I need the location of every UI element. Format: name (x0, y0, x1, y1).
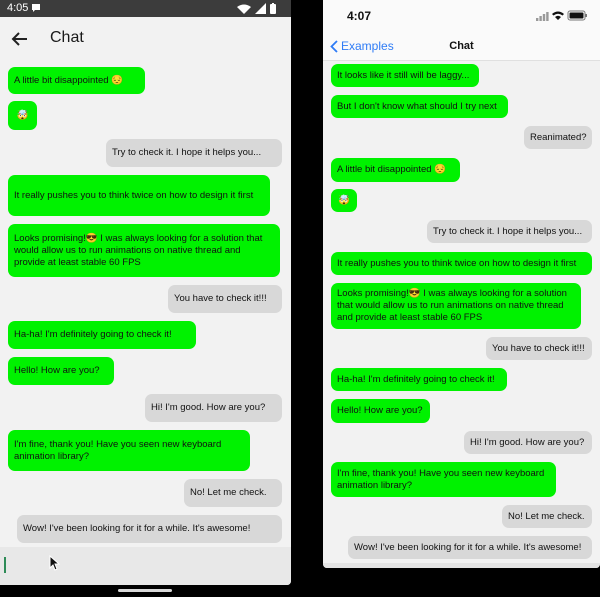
message-bubble: It looks like it still will be laggy... (331, 64, 479, 87)
android-device: 4:05 Chat A little bit disappointed 😔 🤯 … (0, 0, 291, 585)
message-bubble: Looks promising!😎 I was always looking f… (8, 224, 280, 277)
wifi-icon (237, 4, 251, 14)
message-bubble: No! Let me check. (502, 505, 592, 528)
message-bubble: Ha-ha! I'm definitely going to check it! (331, 368, 507, 391)
message-bubble: Wow! I've been looking for it for a whil… (348, 536, 592, 559)
message-bubble: You have to check it!!! (486, 337, 592, 360)
message-input-bar[interactable] (0, 547, 291, 585)
message-bubble: No! Let me check. (184, 479, 282, 507)
message-bubble: It really pushes you to think twice on h… (331, 252, 592, 275)
message-bubble: But I don't know what should I try next (331, 95, 508, 118)
android-gesture-bar (118, 589, 172, 592)
message-bubble: You have to check it!!! (168, 285, 282, 313)
message-bubble: Hello! How are you? (331, 399, 430, 423)
android-status-time: 4:05 (7, 2, 29, 14)
system-status-icons (237, 3, 276, 14)
message-input-bar[interactable] (323, 563, 600, 568)
message-bubble: It really pushes you to think twice on h… (8, 175, 270, 216)
android-status-bar: 4:05 (0, 0, 291, 17)
signal-icon (255, 3, 266, 14)
system-status-icons (536, 10, 587, 21)
signal-icon (536, 18, 539, 21)
back-arrow-icon[interactable] (10, 29, 30, 49)
screenshot-root: 4:05 Chat A little bit disappointed 😔 🤯 … (0, 0, 600, 597)
message-bubble: Ha-ha! I'm definitely going to check it! (8, 321, 196, 349)
page-title: Chat (50, 29, 84, 46)
wifi-icon (552, 11, 564, 20)
message-bubble: Hi! I'm good. How are you? (145, 394, 282, 422)
text-cursor (4, 557, 6, 573)
message-bubble: Wow! I've been looking for it for a whil… (17, 515, 282, 543)
message-bubble: I'm fine, thank you! Have you seen new k… (331, 462, 556, 497)
ios-device: 4:07 Examples Chat It looks like it stil… (323, 0, 600, 568)
message-bubble: Reanimated? (524, 126, 592, 149)
message-bubble: A little bit disappointed 😔 (8, 67, 145, 94)
message-bubble: Try to check it. I hope it helps you... (106, 139, 282, 167)
message-bubble: Try to check it. I hope it helps you... (427, 220, 592, 243)
battery-icon (270, 4, 276, 14)
ios-status-time: 4:07 (347, 9, 372, 23)
message-bubble: 🤯 (8, 101, 37, 130)
message-bubble: A little bit disappointed 😔 (331, 158, 460, 182)
page-title: Chat (449, 40, 474, 52)
chat-notification-icon (32, 4, 40, 12)
ios-status-bar: 4:07 (323, 0, 600, 34)
message-bubble: 🤯 (331, 189, 357, 212)
message-bubble: Hello! How are you? (8, 357, 114, 385)
android-header: Chat (0, 17, 291, 61)
message-bubble: Hi! I'm good. How are you? (464, 431, 592, 454)
ios-header: Examples Chat (323, 34, 600, 61)
message-bubble: I'm fine, thank you! Have you seen new k… (8, 430, 250, 471)
mouse-pointer-icon (49, 555, 60, 571)
message-bubble: Looks promising!😎 I was always looking f… (331, 283, 581, 329)
